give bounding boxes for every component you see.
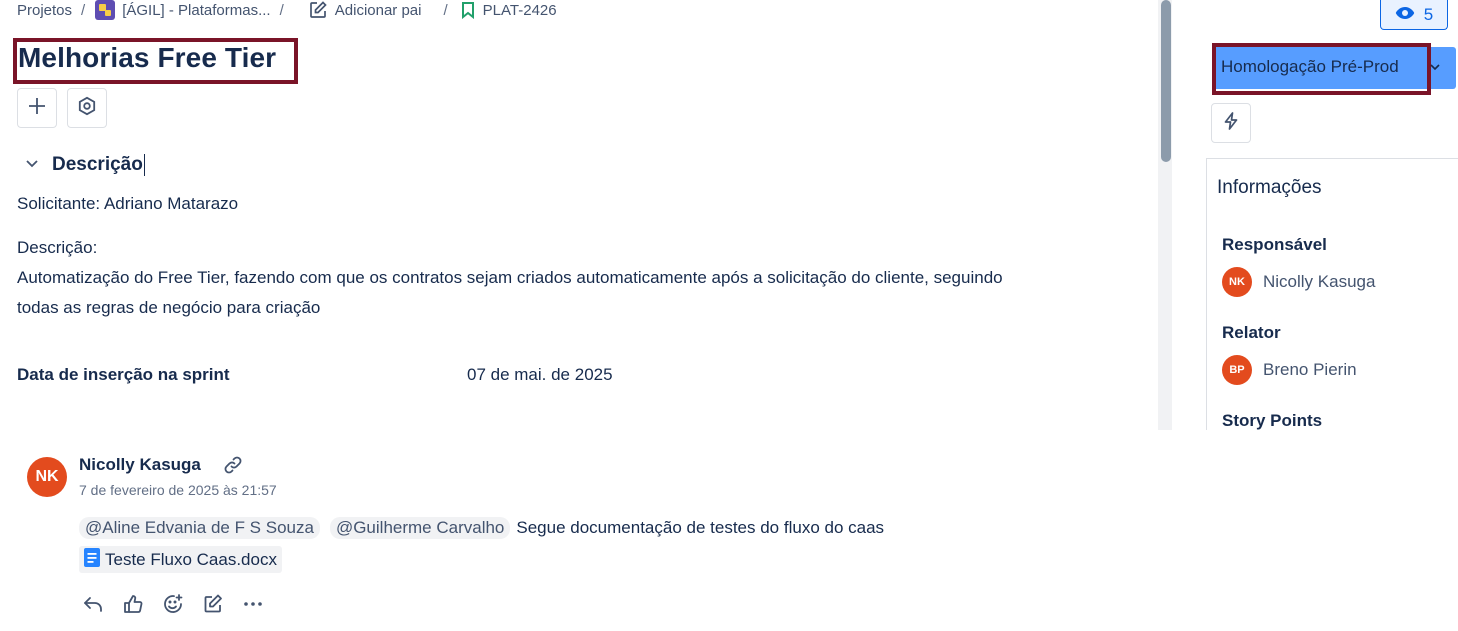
chevron-down-icon[interactable] bbox=[1429, 60, 1441, 78]
link-icon[interactable] bbox=[222, 454, 244, 481]
sprint-date-label: Data de inserção na sprint bbox=[17, 365, 230, 384]
breadcrumb-separator: / bbox=[443, 1, 448, 19]
reporter-name: Breno Pierin bbox=[1263, 360, 1357, 379]
assignee-field[interactable]: NK Nicolly Kasuga bbox=[1222, 267, 1375, 297]
avatar: BP bbox=[1222, 355, 1252, 385]
add-reaction-icon[interactable] bbox=[162, 592, 184, 616]
comment-avatar[interactable]: NK bbox=[27, 457, 67, 497]
comment-text: Segue documentação de testes do fluxo do… bbox=[516, 518, 885, 537]
attachment-name: Teste Fluxo Caas.docx bbox=[105, 549, 277, 569]
sprint-date-value[interactable]: 07 de mai. de 2025 bbox=[467, 365, 613, 385]
hexagon-gear-icon bbox=[77, 96, 97, 121]
watchers-count: 5 bbox=[1423, 4, 1434, 24]
avatar: NK bbox=[1222, 267, 1252, 297]
description-heading: Descrição bbox=[52, 154, 145, 176]
breadcrumb-issue-key[interactable]: PLAT-2426 bbox=[460, 1, 557, 19]
details-panel: Informações Responsável NK Nicolly Kasug… bbox=[1206, 158, 1458, 430]
plus-icon bbox=[27, 96, 47, 121]
comment-actions bbox=[82, 592, 264, 616]
bookmark-icon bbox=[460, 1, 476, 19]
assignee-label: Responsável bbox=[1222, 235, 1327, 254]
chevron-down-icon bbox=[24, 155, 40, 176]
assignee-name: Nicolly Kasuga bbox=[1263, 272, 1376, 291]
thumbs-up-icon[interactable] bbox=[122, 592, 144, 616]
attachment-link[interactable]: Teste Fluxo Caas.docx bbox=[79, 546, 282, 573]
breadcrumb-separator: / bbox=[279, 1, 284, 19]
breadcrumb-project[interactable]: [ÁGIL] - Plataformas... bbox=[95, 0, 271, 20]
add-parent-button[interactable]: Adicionar pai bbox=[308, 0, 421, 20]
scrollbar-thumb[interactable] bbox=[1161, 0, 1171, 162]
comment-timestamp: 7 de fevereiro de 2025 às 21:57 bbox=[79, 482, 277, 498]
description-section-header[interactable]: Descrição bbox=[24, 154, 145, 176]
document-icon bbox=[84, 547, 100, 572]
comment-author[interactable]: Nicolly Kasuga bbox=[79, 455, 201, 475]
watch-button[interactable]: 5 bbox=[1380, 0, 1448, 30]
comment-body: @Aline Edvania de F S Souza @Guilherme C… bbox=[79, 517, 884, 539]
add-button[interactable] bbox=[17, 88, 57, 128]
details-panel-title[interactable]: Informações bbox=[1217, 177, 1322, 199]
project-icon bbox=[95, 0, 116, 20]
status-label[interactable]: Homologação Pré-Prod bbox=[1221, 57, 1399, 77]
mention-chip[interactable]: @Guilherme Carvalho bbox=[329, 517, 511, 539]
breadcrumb: Projetos / [ÁGIL] - Plataformas... / Adi… bbox=[17, 0, 557, 20]
apps-button[interactable] bbox=[67, 88, 107, 128]
reporter-field[interactable]: BP Breno Pierin bbox=[1222, 355, 1357, 385]
reporter-label: Relator bbox=[1222, 323, 1281, 342]
lightning-icon bbox=[1221, 111, 1241, 136]
requester-text: Solicitante: Adriano Matarazo bbox=[17, 194, 239, 213]
story-points-label: Story Points bbox=[1222, 411, 1323, 430]
text-cursor bbox=[143, 154, 145, 176]
more-options-icon[interactable] bbox=[242, 592, 264, 616]
breadcrumb-projects[interactable]: Projetos bbox=[17, 2, 72, 19]
mention-chip[interactable]: @Aline Edvania de F S Souza bbox=[79, 517, 320, 539]
pencil-icon bbox=[308, 0, 328, 20]
description-label: Descrição: bbox=[17, 238, 98, 257]
eye-icon bbox=[1395, 5, 1415, 25]
description-text-line2: todas as regras de negócio para criação bbox=[17, 298, 321, 317]
reply-icon[interactable] bbox=[82, 592, 104, 616]
page-title[interactable]: Melhorias Free Tier bbox=[18, 42, 276, 74]
description-text-line1: Automatização do Free Tier, fazendo com … bbox=[17, 268, 1003, 287]
breadcrumb-separator: / bbox=[81, 1, 86, 19]
automation-button[interactable] bbox=[1211, 103, 1251, 143]
edit-icon[interactable] bbox=[202, 592, 224, 616]
